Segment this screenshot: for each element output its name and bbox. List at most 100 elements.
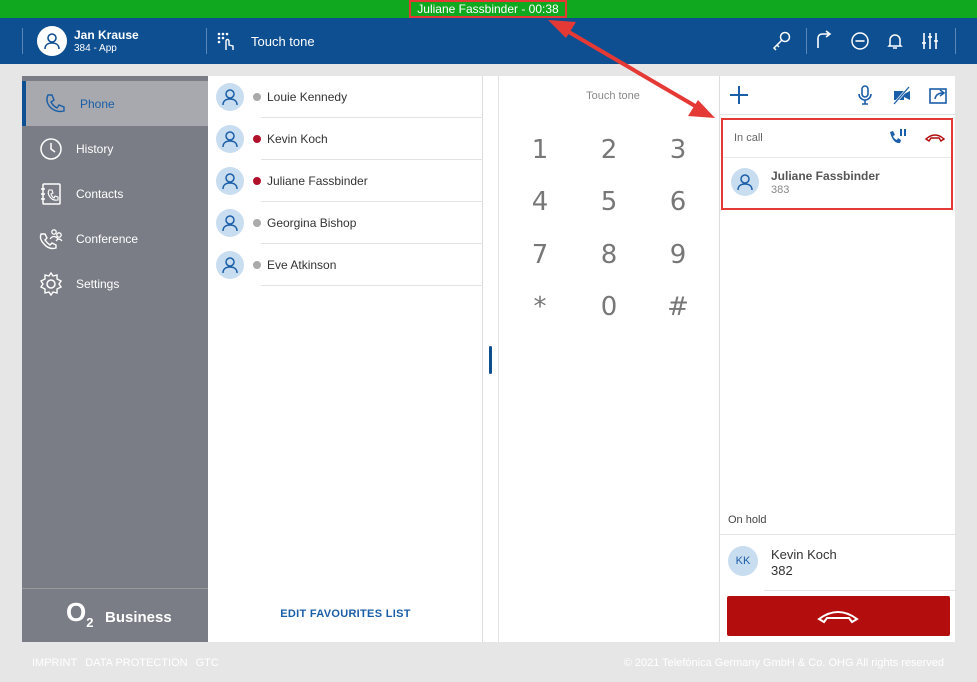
bell-icon[interactable] [884,30,906,52]
data-protection-link[interactable]: DATA PROTECTION [85,657,187,669]
list-item[interactable]: Georgina Bishop [208,202,483,244]
sidebar-item-label: Conference [76,232,139,246]
divider [806,28,807,54]
in-call-label: In call [734,132,763,144]
dial-key-9[interactable]: 9 [653,240,703,270]
hangup-icon[interactable] [925,131,945,143]
divider [206,28,207,54]
held-call-name[interactable]: Kevin Koch [771,547,837,562]
drag-handle[interactable] [489,346,492,374]
active-call-label[interactable]: Juliane Fassbinder - 00:38 [409,0,567,18]
do-not-disturb-icon[interactable] [849,30,871,52]
brand-business: Business [105,609,172,626]
contact-name: Kevin Koch [267,132,328,146]
edit-favourites-link[interactable]: EDIT FAVOURITES LIST [208,608,483,620]
sidebar-item-contacts[interactable]: Contacts [22,171,208,216]
active-call-name: Juliane Fassbinder [771,169,880,183]
user-icon [44,33,60,50]
footer-links: IMPRINT DATA PROTECTION GTC [32,657,224,669]
dial-key-5[interactable]: 5 [584,187,634,217]
transfer-icon[interactable] [928,84,950,106]
brand-logo: O2 Business [22,588,208,642]
avatar [216,83,244,111]
user-icon [222,173,238,190]
call-panel: In call Juliane Fassbinder 383 On hold K… [719,76,956,642]
list-item[interactable]: Louie Kennedy [208,76,483,118]
sidebar: Phone History Contacts Conference Settin… [22,76,208,642]
sidebar-item-label: History [76,142,114,156]
favourites-list: Louie Kennedy Kevin Koch Juliane Fassbin… [208,76,483,642]
dial-key-7[interactable]: 7 [515,240,565,270]
avatar [216,125,244,153]
dial-key-8[interactable]: 8 [584,240,634,270]
active-call-number: 383 [771,184,790,196]
user-icon [222,89,238,106]
dial-key-star[interactable]: * [515,292,565,322]
user-avatar[interactable] [37,26,67,56]
user-icon [222,131,238,148]
microphone-icon[interactable] [854,84,876,106]
sidebar-item-phone[interactable]: Phone [22,81,208,126]
held-call-number: 382 [771,563,793,578]
presence-dot [253,93,261,101]
user-icon [737,174,753,191]
dial-key-2[interactable]: 2 [584,135,634,165]
avatar [731,168,759,196]
avatar [216,251,244,279]
sidebar-item-conference[interactable]: Conference [22,216,208,261]
top-bar: Jan Krause 384 - App Touch tone [0,18,977,64]
dial-key-4[interactable]: 4 [515,187,565,217]
active-call-bar[interactable]: Juliane Fassbinder - 00:38 [0,0,977,18]
touch-tone-icon[interactable] [216,31,236,51]
dial-key-hash[interactable]: # [653,292,703,322]
equalizer-icon[interactable] [919,30,941,52]
presence-dot [253,135,261,143]
gtc-link[interactable]: GTC [196,657,219,669]
divider [720,534,956,535]
dial-key-1[interactable]: 1 [515,135,565,165]
user-icon [222,257,238,274]
phone-icon [46,94,65,113]
contact-name: Georgina Bishop [267,216,357,230]
on-hold-label: On hold [728,514,767,526]
panel-splitter[interactable] [483,76,499,642]
key-icon[interactable] [771,30,793,52]
video-off-icon[interactable] [891,84,913,106]
presence-dot [253,219,261,227]
list-item[interactable]: Eve Atkinson [208,244,483,286]
avatar [216,209,244,237]
contact-name: Juliane Fassbinder [267,174,368,188]
conference-icon [39,229,63,250]
in-call-section: In call Juliane Fassbinder 383 [721,118,953,210]
presence-dot [253,177,261,185]
hangup-icon [817,611,859,624]
divider [955,28,956,54]
sidebar-item-label: Contacts [76,187,124,201]
list-item[interactable]: Kevin Koch [208,118,483,160]
clock-icon [40,138,62,160]
sidebar-item-settings[interactable]: Settings [22,261,208,306]
dialpad: Touch tone 1 2 3 4 5 6 7 8 9 * 0 # [499,76,719,642]
avatar [216,167,244,195]
divider [22,28,23,54]
dial-key-3[interactable]: 3 [653,135,703,165]
hold-icon[interactable] [888,128,908,146]
sidebar-item-label: Phone [80,97,115,111]
sidebar-item-label: Settings [76,277,120,291]
dial-key-6[interactable]: 6 [653,187,703,217]
hangup-button[interactable] [727,596,950,636]
contact-name: Eve Atkinson [267,258,337,272]
touch-tone-label[interactable]: Touch tone [251,34,315,49]
imprint-link[interactable]: IMPRINT [32,657,77,669]
user-name: Jan Krause [74,28,139,42]
plus-icon[interactable] [728,84,750,106]
divider [723,157,951,158]
sidebar-item-history[interactable]: History [22,126,208,171]
brand-o2: O2 [66,597,94,631]
user-icon [222,215,238,232]
dial-key-0[interactable]: 0 [584,292,634,322]
call-forward-icon[interactable] [813,30,835,52]
divider [261,285,483,286]
contacts-icon [41,183,61,205]
list-item[interactable]: Juliane Fassbinder [208,160,483,202]
